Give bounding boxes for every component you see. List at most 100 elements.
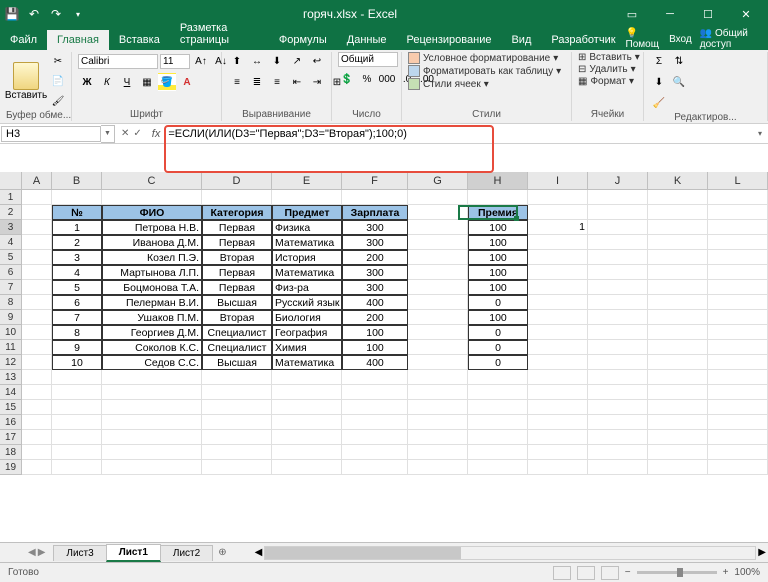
cell-L7[interactable] bbox=[708, 280, 768, 295]
cell-H3[interactable]: 100 bbox=[468, 220, 528, 235]
cell-K13[interactable] bbox=[648, 370, 708, 385]
cell-D12[interactable]: Высшая bbox=[202, 355, 272, 370]
zoom-in-button[interactable]: + bbox=[723, 567, 729, 578]
format-as-table-button[interactable]: Форматировать как таблицу ▾ bbox=[408, 65, 561, 77]
cell-B18[interactable] bbox=[52, 445, 102, 460]
align-middle-icon[interactable]: ↔ bbox=[248, 52, 266, 70]
cell-B17[interactable] bbox=[52, 430, 102, 445]
cell-C19[interactable] bbox=[102, 460, 202, 475]
column-header-A[interactable]: A bbox=[22, 172, 52, 189]
cell-L10[interactable] bbox=[708, 325, 768, 340]
cell-L11[interactable] bbox=[708, 340, 768, 355]
signin-link[interactable]: Вход bbox=[669, 34, 692, 45]
cell-J15[interactable] bbox=[588, 400, 648, 415]
cell-J18[interactable] bbox=[588, 445, 648, 460]
cell-I13[interactable] bbox=[528, 370, 588, 385]
cell-C10[interactable]: Георгиев Д.М. bbox=[102, 325, 202, 340]
cell-D17[interactable] bbox=[202, 430, 272, 445]
sort-filter-icon[interactable]: ⇅ bbox=[670, 52, 688, 70]
select-all-corner[interactable] bbox=[0, 172, 22, 189]
cell-H5[interactable]: 100 bbox=[468, 250, 528, 265]
delete-cells-button[interactable]: ⊟ Удалить ▾ bbox=[578, 64, 636, 75]
cell-G9[interactable] bbox=[408, 310, 468, 325]
format-painter-icon[interactable]: 🖌 bbox=[49, 92, 67, 110]
cell-K17[interactable] bbox=[648, 430, 708, 445]
cell-G16[interactable] bbox=[408, 415, 468, 430]
cell-E12[interactable]: Математика bbox=[272, 355, 342, 370]
cell-J7[interactable] bbox=[588, 280, 648, 295]
row-header-11[interactable]: 11 bbox=[0, 340, 22, 355]
cell-G5[interactable] bbox=[408, 250, 468, 265]
cell-A7[interactable] bbox=[22, 280, 52, 295]
cell-H16[interactable] bbox=[468, 415, 528, 430]
cell-D11[interactable]: Специалист bbox=[202, 340, 272, 355]
cell-G12[interactable] bbox=[408, 355, 468, 370]
cell-D19[interactable] bbox=[202, 460, 272, 475]
cell-G3[interactable] bbox=[408, 220, 468, 235]
cell-I16[interactable] bbox=[528, 415, 588, 430]
cell-J3[interactable] bbox=[588, 220, 648, 235]
cell-I3[interactable]: 1 bbox=[528, 220, 588, 235]
tab-file[interactable]: Файл bbox=[0, 30, 47, 50]
cell-A11[interactable] bbox=[22, 340, 52, 355]
fill-icon[interactable]: ⬇ bbox=[650, 73, 668, 91]
cell-L18[interactable] bbox=[708, 445, 768, 460]
cell-E9[interactable]: Биология bbox=[272, 310, 342, 325]
cell-B14[interactable] bbox=[52, 385, 102, 400]
cell-C12[interactable]: Седов С.С. bbox=[102, 355, 202, 370]
column-header-H[interactable]: H bbox=[468, 172, 528, 189]
cell-F5[interactable]: 200 bbox=[342, 250, 408, 265]
cell-A16[interactable] bbox=[22, 415, 52, 430]
cell-D14[interactable] bbox=[202, 385, 272, 400]
cell-I10[interactable] bbox=[528, 325, 588, 340]
cell-I4[interactable] bbox=[528, 235, 588, 250]
cell-C3[interactable]: Петрова Н.В. bbox=[102, 220, 202, 235]
cell-B1[interactable] bbox=[52, 190, 102, 205]
cell-J11[interactable] bbox=[588, 340, 648, 355]
cell-H15[interactable] bbox=[468, 400, 528, 415]
cell-L17[interactable] bbox=[708, 430, 768, 445]
align-center-icon[interactable]: ≣ bbox=[248, 73, 266, 91]
name-box-dropdown[interactable]: ▼ bbox=[101, 125, 115, 143]
cell-A13[interactable] bbox=[22, 370, 52, 385]
column-header-D[interactable]: D bbox=[202, 172, 272, 189]
cell-B3[interactable]: 1 bbox=[52, 220, 102, 235]
cell-C9[interactable]: Ушаков П.М. bbox=[102, 310, 202, 325]
cell-H14[interactable] bbox=[468, 385, 528, 400]
worksheet-grid[interactable]: ABCDEFGHIJKL 123456789101112131415161718… bbox=[0, 172, 768, 542]
cell-L1[interactable] bbox=[708, 190, 768, 205]
cell-D8[interactable]: Высшая bbox=[202, 295, 272, 310]
cell-H2[interactable]: Премия bbox=[468, 205, 528, 220]
cell-C17[interactable] bbox=[102, 430, 202, 445]
cell-E1[interactable] bbox=[272, 190, 342, 205]
cell-A9[interactable] bbox=[22, 310, 52, 325]
cell-F2[interactable]: Зарплата bbox=[342, 205, 408, 220]
cell-L8[interactable] bbox=[708, 295, 768, 310]
column-header-J[interactable]: J bbox=[588, 172, 648, 189]
cell-D6[interactable]: Первая bbox=[202, 265, 272, 280]
cell-A10[interactable] bbox=[22, 325, 52, 340]
cell-K18[interactable] bbox=[648, 445, 708, 460]
ribbon-options-icon[interactable]: ▭ bbox=[614, 2, 650, 26]
cell-F1[interactable] bbox=[342, 190, 408, 205]
view-normal-icon[interactable] bbox=[553, 566, 571, 580]
cell-H7[interactable]: 100 bbox=[468, 280, 528, 295]
cell-F16[interactable] bbox=[342, 415, 408, 430]
copy-icon[interactable]: 📄 bbox=[49, 72, 67, 90]
cell-G19[interactable] bbox=[408, 460, 468, 475]
cell-C1[interactable] bbox=[102, 190, 202, 205]
cell-H1[interactable] bbox=[468, 190, 528, 205]
cell-G6[interactable] bbox=[408, 265, 468, 280]
cell-B6[interactable]: 4 bbox=[52, 265, 102, 280]
column-header-L[interactable]: L bbox=[708, 172, 768, 189]
cell-L9[interactable] bbox=[708, 310, 768, 325]
cell-I2[interactable] bbox=[528, 205, 588, 220]
qat-dropdown-icon[interactable]: ▾ bbox=[70, 6, 86, 22]
formula-input[interactable]: =ЕСЛИ(ИЛИ(D3="Первая";D3="Вторая");100;0… bbox=[164, 127, 752, 141]
cell-G1[interactable] bbox=[408, 190, 468, 205]
wrap-text-icon[interactable]: ↩ bbox=[308, 52, 326, 70]
cell-I5[interactable] bbox=[528, 250, 588, 265]
cell-C14[interactable] bbox=[102, 385, 202, 400]
cell-L16[interactable] bbox=[708, 415, 768, 430]
cell-G4[interactable] bbox=[408, 235, 468, 250]
